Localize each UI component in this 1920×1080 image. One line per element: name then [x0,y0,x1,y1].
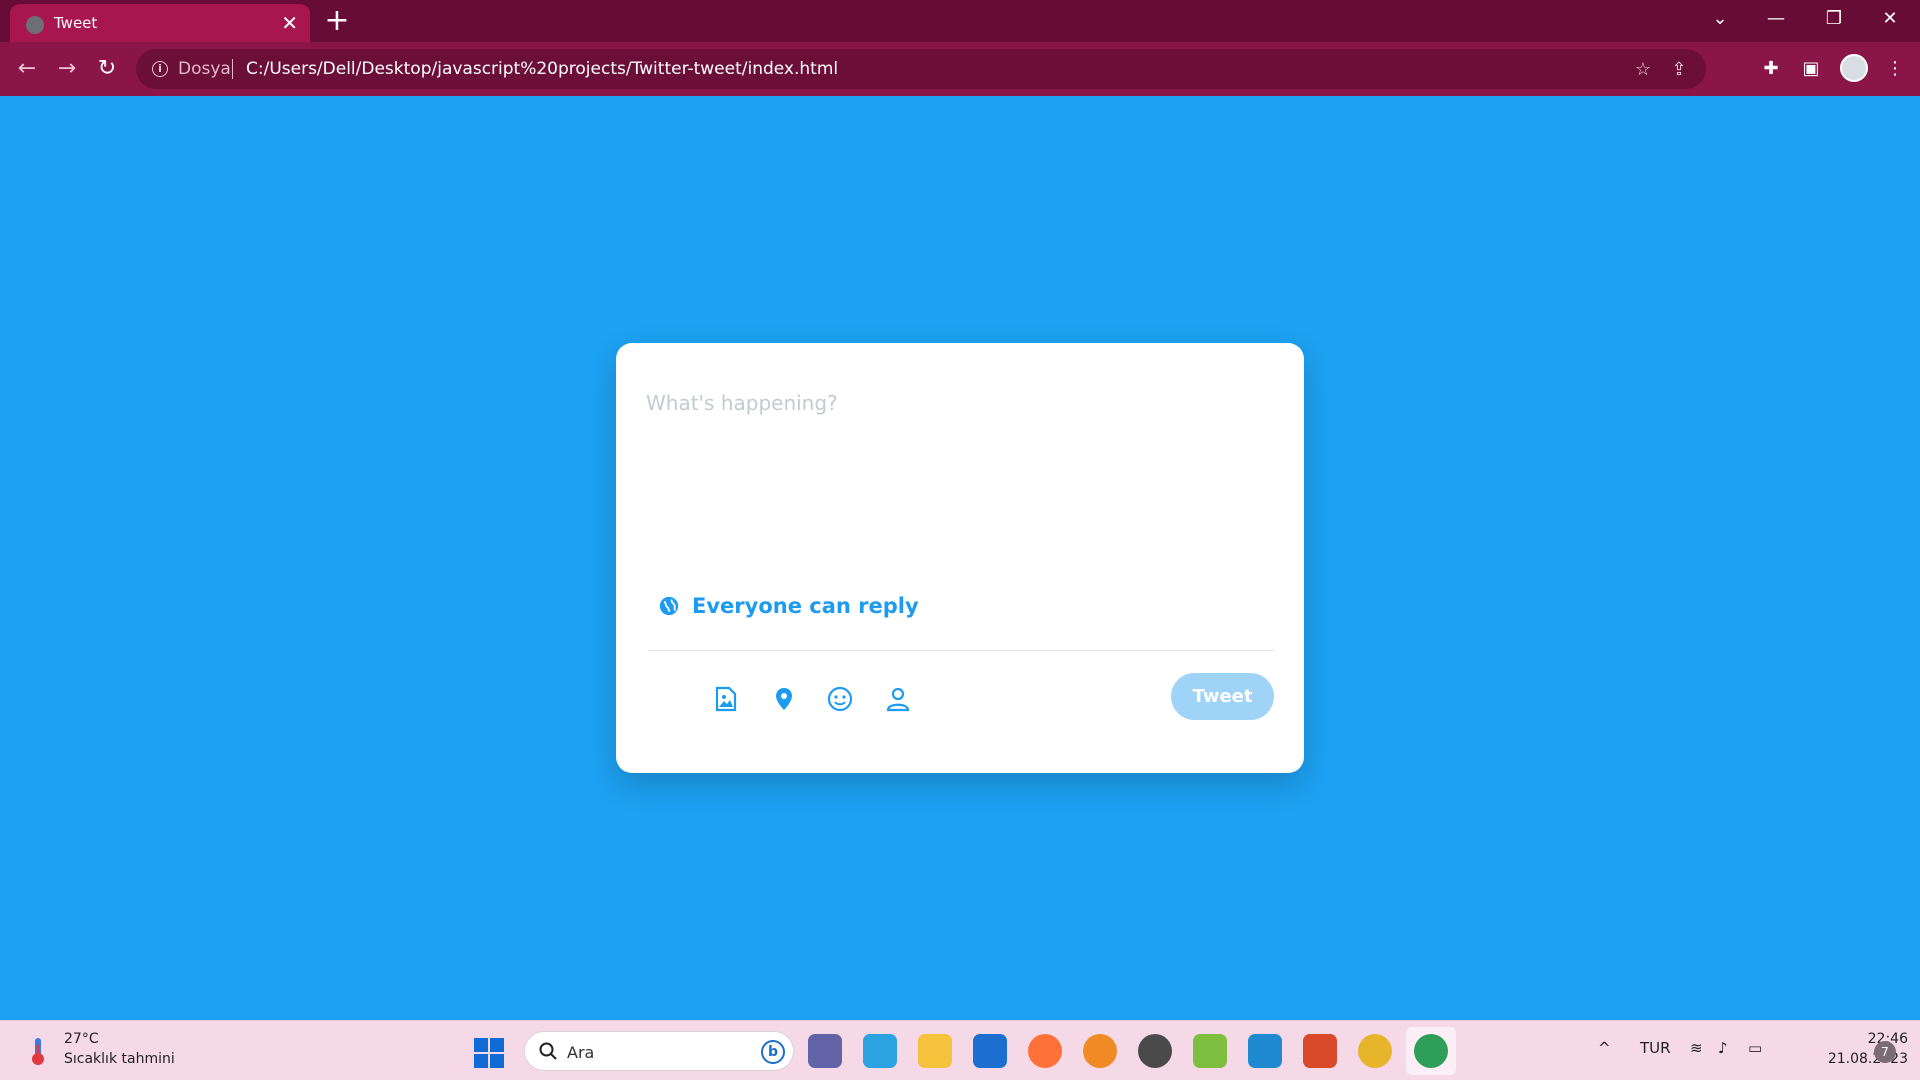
back-arrow-icon[interactable]: ← [10,52,44,86]
url-separator [232,59,233,79]
close-tab-icon[interactable]: ✕ [281,11,298,35]
globe-favicon-icon [26,16,44,34]
vscode-icon[interactable] [1248,1034,1282,1068]
reload-icon[interactable]: ↻ [90,52,124,86]
emoji-icon[interactable] [822,681,858,717]
globe-icon [659,596,679,616]
bookmark-star-icon[interactable]: ☆ [1630,57,1656,83]
reply-permission-label: Everyone can reply [692,594,919,618]
windows-start-icon[interactable] [474,1038,504,1068]
site-info-icon[interactable]: i [152,61,168,77]
image-editor-icon[interactable] [1193,1034,1227,1068]
address-bar[interactable]: i Dosya C:/Users/Dell/Desktop/javascript… [136,49,1706,89]
taskbar-search-box[interactable]: Ara b [524,1031,794,1071]
teams-chat-icon[interactable] [808,1034,842,1068]
browser-toolbar: ← → ↻ i Dosya C:/Users/Dell/Desktop/java… [0,42,1920,96]
tab-title: Tweet [54,14,98,32]
mail-icon[interactable] [973,1034,1007,1068]
reply-permission-button[interactable]: Everyone can reply [658,591,919,621]
clock-time[interactable]: 22:46 [1818,1031,1908,1047]
tweet-textarea[interactable] [646,391,1274,531]
minimize-button[interactable]: — [1748,0,1804,42]
side-panel-icon[interactable]: ▣ [1796,54,1826,84]
browser-tab[interactable]: Tweet ✕ [10,4,310,42]
tab-search-chevron-icon[interactable]: ⌄ [1692,0,1748,42]
media-app-icon[interactable] [1303,1034,1337,1068]
notification-count-badge[interactable]: 7 [1874,1041,1896,1063]
location-pin-icon[interactable] [766,681,802,717]
search-icon [539,1042,557,1060]
composer-divider [648,650,1274,651]
url-text[interactable]: C:/Users/Dell/Desktop/javascript%20proje… [246,59,838,79]
user-tag-icon[interactable] [880,681,916,717]
wifi-icon[interactable]: ≋ [1690,1039,1703,1057]
battery-icon[interactable]: ▭ [1748,1039,1762,1057]
bing-icon[interactable]: b [761,1040,785,1064]
extensions-puzzle-icon[interactable]: ✚ [1756,54,1786,84]
weather-temperature[interactable]: 27°C [64,1031,99,1047]
show-hidden-icons-chevron[interactable]: ^ [1598,1039,1611,1057]
search-magnifier-app-icon[interactable] [1083,1034,1117,1068]
forward-arrow-icon[interactable]: → [50,52,84,86]
language-indicator[interactable]: TUR [1640,1039,1671,1057]
menu-kebab-icon[interactable]: ⋮ [1880,54,1910,84]
new-tab-button[interactable]: + [322,4,352,38]
tab-strip: Tweet ✕ + ⌄ — ❐ ✕ [0,0,1920,42]
image-upload-icon[interactable] [708,681,744,717]
tweet-button[interactable]: Tweet [1171,673,1274,720]
windows-taskbar: 27°C Sıcaklık tahmini Ara b ^ TUR ≋ ♪ ▭ … [0,1020,1920,1080]
url-scheme-label: Dosya [178,59,231,79]
dark-circle-app-icon[interactable] [1138,1034,1172,1068]
chrome-profile-icon[interactable] [1414,1034,1448,1068]
thermometer-icon[interactable] [26,1035,50,1067]
share-icon[interactable]: ⇪ [1666,57,1692,83]
profile-avatar[interactable] [1840,54,1868,82]
weather-description[interactable]: Sıcaklık tahmini [64,1051,175,1067]
restore-button[interactable]: ❐ [1806,0,1862,42]
chrome-icon[interactable] [1358,1034,1392,1068]
close-window-button[interactable]: ✕ [1862,0,1918,42]
store-icon[interactable] [863,1034,897,1068]
search-placeholder: Ara [567,1043,595,1062]
tweet-composer-card: Everyone can reply Tweet [616,343,1304,773]
firefox-icon[interactable] [1028,1034,1062,1068]
volume-icon[interactable]: ♪ [1718,1039,1728,1057]
file-explorer-icon[interactable] [918,1034,952,1068]
